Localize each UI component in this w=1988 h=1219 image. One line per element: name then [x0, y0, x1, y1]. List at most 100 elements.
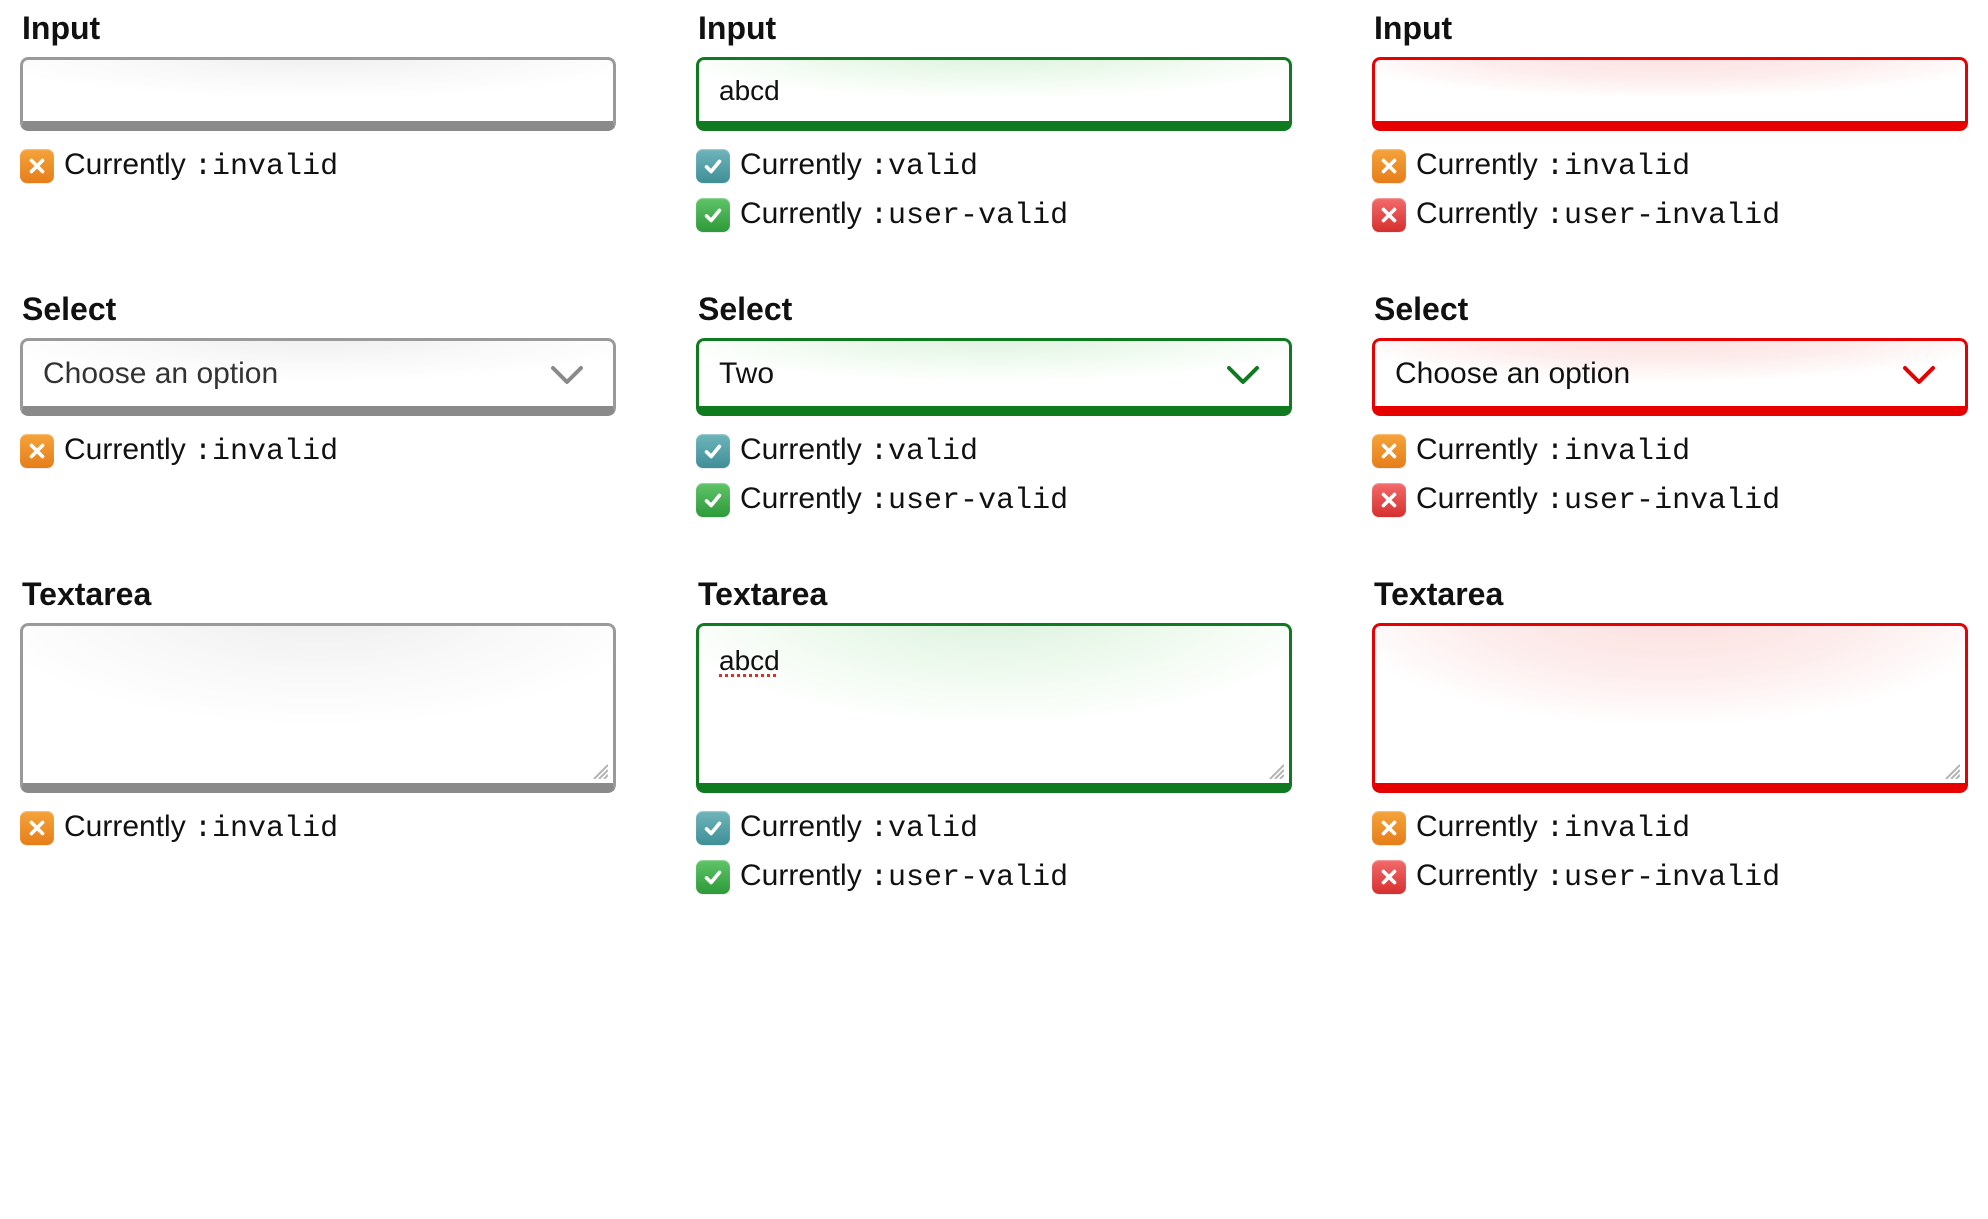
status-text: Currently :user-valid [740, 856, 1068, 899]
textarea-example-1: Textarea Currently :invalid [20, 576, 616, 898]
textarea-label: Textarea [1374, 576, 1968, 613]
status-line: Currently :valid [696, 807, 1292, 850]
check-icon [696, 811, 730, 845]
check-icon [696, 434, 730, 468]
pseudo-class: :user-valid [870, 199, 1068, 233]
status-prefix: Currently [64, 433, 194, 466]
chevron-down-icon [1223, 362, 1263, 386]
status-prefix: Currently [1416, 482, 1546, 515]
status-prefix: Currently [740, 859, 870, 892]
status-prefix: Currently [1416, 859, 1546, 892]
status-line: Currently :invalid [20, 807, 616, 850]
check-icon [696, 149, 730, 183]
status-text: Currently :invalid [1416, 430, 1690, 473]
status-prefix: Currently [740, 433, 870, 466]
status-list: Currently :invalid [20, 145, 616, 188]
text-input[interactable] [20, 57, 616, 131]
input-example-1: Input Currently :invalid [20, 10, 616, 236]
status-prefix: Currently [740, 482, 870, 515]
status-prefix: Currently [1416, 148, 1546, 181]
x-icon [1372, 811, 1406, 845]
text-input[interactable] [696, 57, 1292, 131]
status-text: Currently :user-valid [740, 479, 1068, 522]
textarea[interactable]: abcd [696, 623, 1292, 793]
textarea-example-2: Textarea abcd Currently :valid Currently… [696, 576, 1292, 898]
status-line: Currently :user-valid [696, 856, 1292, 899]
input-example-2: Input Currently :valid Currently :user-v… [696, 10, 1292, 236]
pseudo-class: :invalid [194, 812, 338, 846]
status-list: Currently :invalid Currently :user-inval… [1372, 807, 1968, 898]
status-text: Currently :user-invalid [1416, 856, 1780, 899]
select-example-1: Select Choose an option Currently :inval… [20, 291, 616, 521]
status-prefix: Currently [64, 810, 194, 843]
textarea[interactable] [20, 623, 616, 793]
status-text: Currently :invalid [1416, 807, 1690, 850]
select-label: Select [1374, 291, 1968, 328]
pseudo-class: :user-invalid [1546, 199, 1780, 233]
status-prefix: Currently [1416, 810, 1546, 843]
status-line: Currently :user-invalid [1372, 194, 1968, 237]
status-line: Currently :user-valid [696, 194, 1292, 237]
input-label: Input [1374, 10, 1968, 47]
status-line: Currently :user-invalid [1372, 856, 1968, 899]
status-text: Currently :user-valid [740, 194, 1068, 237]
status-list: Currently :invalid Currently :user-inval… [1372, 145, 1968, 236]
x-icon [1372, 483, 1406, 517]
status-list: Currently :valid Currently :user-valid [696, 145, 1292, 236]
select-dropdown[interactable]: Choose an option [1372, 338, 1968, 416]
status-line: Currently :invalid [20, 430, 616, 473]
select-label: Select [22, 291, 616, 328]
pseudo-class: :valid [870, 150, 978, 184]
chevron-down-icon [1899, 362, 1939, 386]
check-icon [696, 860, 730, 894]
status-list: Currently :invalid [20, 807, 616, 850]
select-dropdown[interactable]: Choose an option [20, 338, 616, 416]
status-line: Currently :invalid [1372, 430, 1968, 473]
input-label: Input [698, 10, 1292, 47]
status-line: Currently :invalid [1372, 807, 1968, 850]
text-input[interactable] [1372, 57, 1968, 131]
pseudo-class: :invalid [194, 435, 338, 469]
pseudo-class: :valid [870, 435, 978, 469]
status-prefix: Currently [740, 197, 870, 230]
status-line: Currently :valid [696, 430, 1292, 473]
status-line: Currently :valid [696, 145, 1292, 188]
x-icon [20, 434, 54, 468]
x-icon [1372, 860, 1406, 894]
check-icon [696, 483, 730, 517]
x-icon [20, 149, 54, 183]
status-prefix: Currently [1416, 433, 1546, 466]
status-prefix: Currently [64, 148, 194, 181]
textarea-label: Textarea [698, 576, 1292, 613]
x-icon [20, 811, 54, 845]
select-example-2: Select Two Currently :valid Currently :u… [696, 291, 1292, 521]
status-line: Currently :invalid [20, 145, 616, 188]
textarea-example-3: Textarea Currently :invalid Currently :u… [1372, 576, 1968, 898]
pseudo-class: :valid [870, 812, 978, 846]
status-line: Currently :user-invalid [1372, 479, 1968, 522]
pseudo-class: :invalid [1546, 435, 1690, 469]
status-prefix: Currently [740, 148, 870, 181]
x-icon [1372, 434, 1406, 468]
status-text: Currently :invalid [1416, 145, 1690, 188]
select-dropdown[interactable]: Two [696, 338, 1292, 416]
pseudo-class: :invalid [1546, 812, 1690, 846]
status-text: Currently :user-invalid [1416, 194, 1780, 237]
textarea-label: Textarea [22, 576, 616, 613]
textarea-content: abcd [719, 645, 780, 676]
status-text: Currently :valid [740, 807, 978, 850]
textarea[interactable] [1372, 623, 1968, 793]
select-label: Select [698, 291, 1292, 328]
status-list: Currently :invalid Currently :user-inval… [1372, 430, 1968, 521]
status-prefix: Currently [1416, 197, 1546, 230]
status-text: Currently :valid [740, 145, 978, 188]
pseudo-class: :user-valid [870, 484, 1068, 518]
status-text: Currently :invalid [64, 145, 338, 188]
status-text: Currently :user-invalid [1416, 479, 1780, 522]
check-icon [696, 198, 730, 232]
status-text: Currently :invalid [64, 807, 338, 850]
select-value: Two [719, 357, 1223, 391]
x-icon [1372, 149, 1406, 183]
input-label: Input [22, 10, 616, 47]
select-value: Choose an option [1395, 357, 1899, 391]
